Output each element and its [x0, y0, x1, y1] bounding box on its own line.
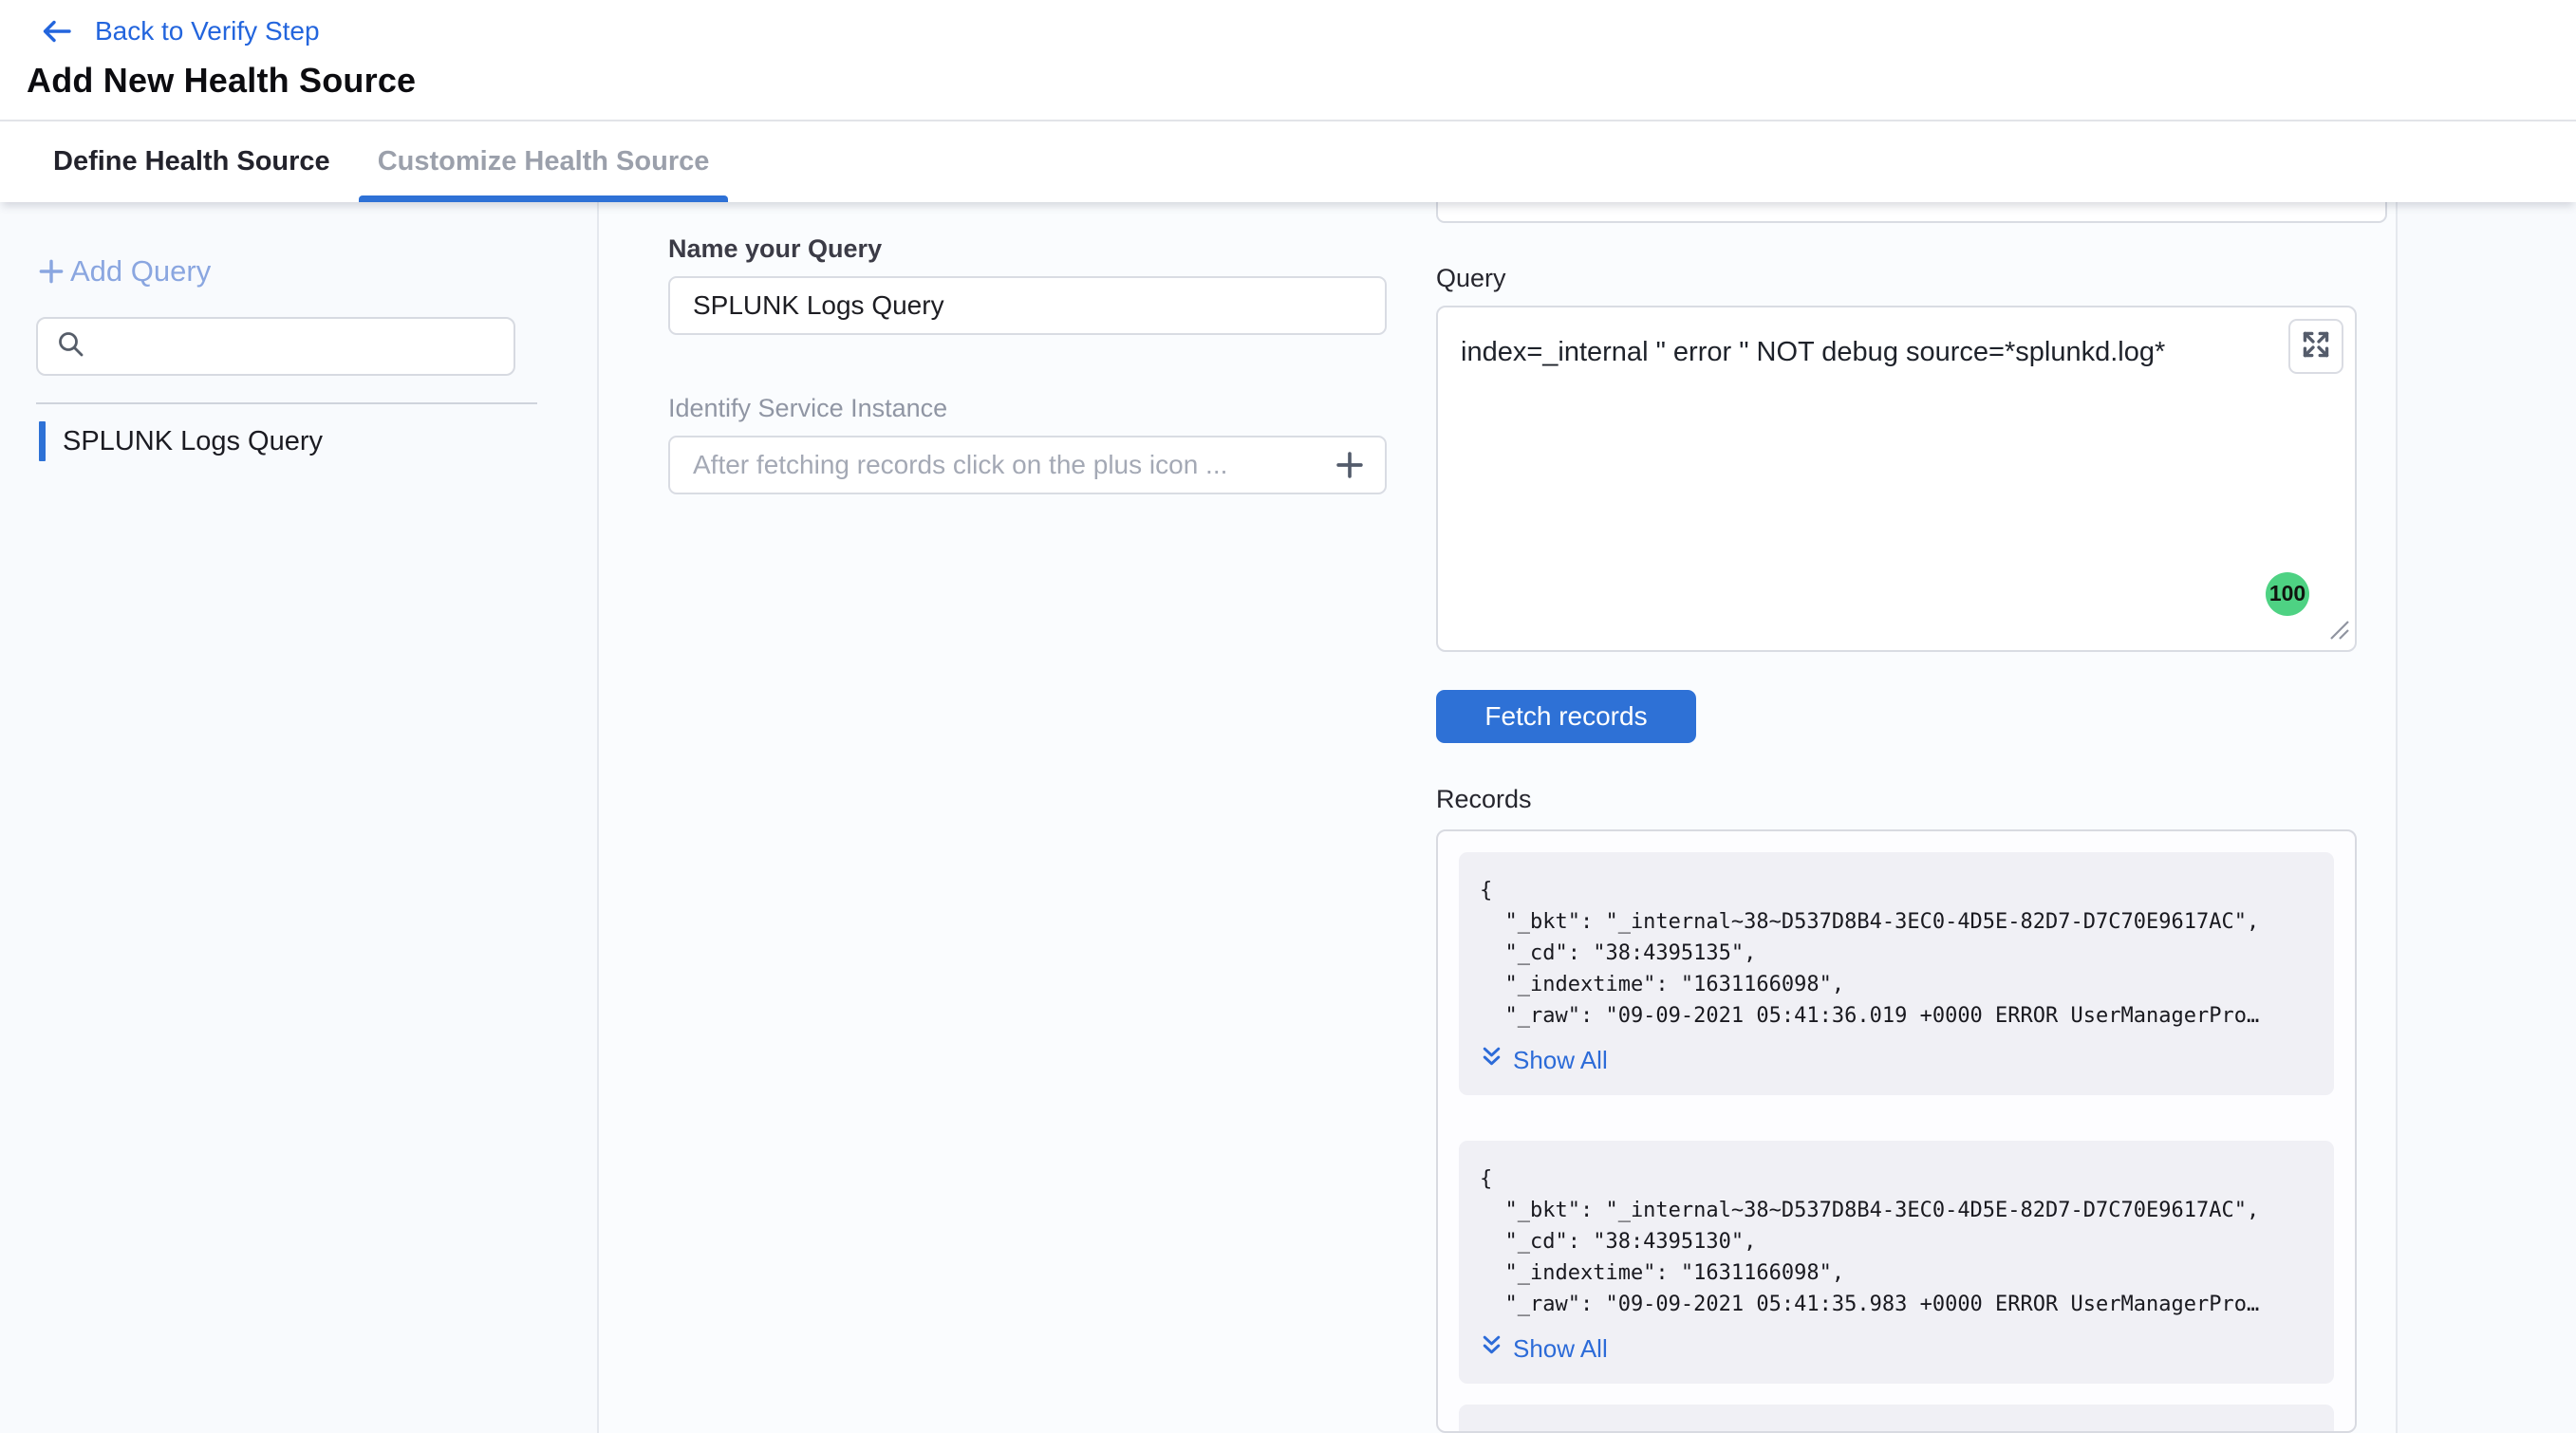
- page-title: Add New Health Source: [27, 61, 2576, 101]
- page: Back to Verify Step Add New Health Sourc…: [0, 0, 2576, 1433]
- add-query-label: Add Query: [70, 254, 211, 288]
- show-all-label: Show All: [1513, 1046, 1608, 1075]
- query-name-column: Name your Query Identify Service Instanc…: [668, 202, 1387, 1433]
- fetch-records-button[interactable]: Fetch records: [1436, 690, 1696, 743]
- back-link[interactable]: Back to Verify Step: [40, 11, 2576, 51]
- query-label: Query: [1436, 264, 2357, 293]
- record-card-partial: [1459, 1405, 2334, 1433]
- tab-define-health-source[interactable]: Define Health Source: [34, 121, 349, 202]
- search-icon: [55, 328, 87, 365]
- tab-customize-health-source[interactable]: Customize Health Source: [359, 121, 729, 202]
- show-all-label: Show All: [1513, 1334, 1608, 1364]
- double-chevron-down-icon: [1480, 1333, 1503, 1365]
- add-service-instance-icon[interactable]: [1334, 449, 1366, 481]
- resize-grip-icon[interactable]: [2325, 616, 2350, 645]
- service-instance-field: [668, 436, 1387, 494]
- record-card: { "_bkt": "_internal~38~D537D8B4-3EC0-4D…: [1459, 852, 2334, 1095]
- query-text[interactable]: index=_internal " error " NOT debug sour…: [1438, 307, 2355, 370]
- add-query-button[interactable]: Add Query: [36, 254, 211, 288]
- sidebar-divider: [36, 402, 537, 404]
- service-instance-label: Identify Service Instance: [668, 394, 1387, 423]
- record-json: { "_bkt": "_internal~38~D537D8B4-3EC0-4D…: [1480, 875, 2313, 1032]
- query-search-box[interactable]: [36, 317, 515, 376]
- query-editor[interactable]: index=_internal " error " NOT debug sour…: [1436, 306, 2357, 652]
- records-container: { "_bkt": "_internal~38~D537D8B4-3EC0-4D…: [1436, 829, 2357, 1433]
- record-card: { "_bkt": "_internal~38~D537D8B4-3EC0-4D…: [1459, 1141, 2334, 1384]
- service-instance-input[interactable]: [668, 436, 1387, 494]
- content-area: Add Query SPLUNK Logs Query: [0, 202, 2576, 1433]
- page-header: Back to Verify Step Add New Health Sourc…: [0, 0, 2576, 121]
- tab-define-label: Define Health Source: [53, 146, 330, 177]
- tab-bar: Define Health Source Customize Health So…: [0, 121, 2576, 202]
- main-panel: Name your Query Identify Service Instanc…: [599, 202, 2396, 1433]
- show-all-link[interactable]: Show All: [1480, 1045, 1608, 1076]
- selected-indicator-bar: [39, 421, 46, 461]
- clipped-field-above[interactable]: [1436, 202, 2387, 223]
- query-editor-column: Query index=_internal " error " NOT debu…: [1436, 202, 2357, 1433]
- query-sidebar: Add Query SPLUNK Logs Query: [0, 202, 599, 1433]
- record-json: { "_bkt": "_internal~38~D537D8B4-3EC0-4D…: [1480, 1163, 2313, 1320]
- maximize-icon: [2300, 328, 2332, 363]
- tab-customize-label: Customize Health Source: [378, 146, 710, 177]
- query-item-label: SPLUNK Logs Query: [63, 426, 323, 457]
- query-name-input[interactable]: [668, 276, 1387, 335]
- query-search-input[interactable]: [99, 331, 500, 363]
- active-tab-underline: [359, 195, 729, 202]
- back-arrow-icon: [40, 16, 74, 47]
- record-count-badge: 100: [2266, 572, 2309, 616]
- name-query-label: Name your Query: [668, 234, 1387, 264]
- expand-query-button[interactable]: [2288, 319, 2343, 374]
- sidebar-item-splunk-logs-query[interactable]: SPLUNK Logs Query: [36, 421, 597, 461]
- records-label: Records: [1436, 785, 2357, 814]
- back-link-label: Back to Verify Step: [95, 16, 320, 47]
- show-all-link[interactable]: Show All: [1480, 1333, 1608, 1365]
- right-panel-edge: [2396, 202, 2576, 1433]
- double-chevron-down-icon: [1480, 1045, 1503, 1076]
- plus-icon: [36, 256, 66, 287]
